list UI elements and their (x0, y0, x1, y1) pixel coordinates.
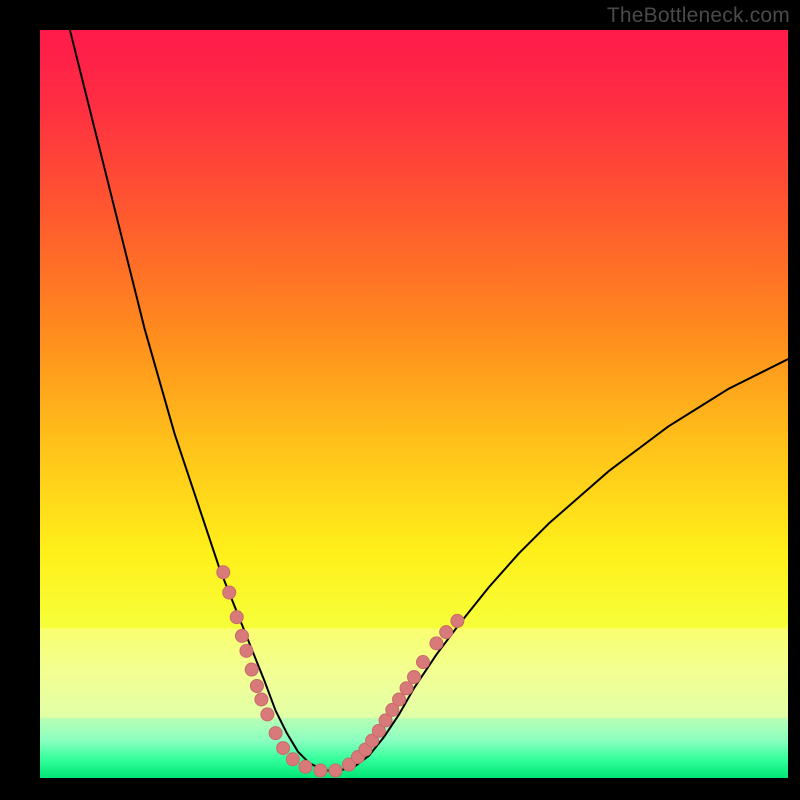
marker-dot (261, 708, 274, 721)
marker-dot (286, 753, 299, 766)
marker-dot (416, 656, 429, 669)
marker-dot (314, 764, 327, 777)
marker-dot (250, 680, 263, 693)
marker-dot (299, 760, 312, 773)
marker-dot (329, 764, 342, 777)
marker-dot (408, 671, 421, 684)
marker-dot (245, 663, 258, 676)
marker-dot (277, 742, 290, 755)
marker-dot (269, 727, 282, 740)
watermark-text: TheBottleneck.com (607, 4, 790, 28)
chart-svg (0, 0, 800, 800)
plot-area (40, 30, 788, 778)
marker-dot (217, 566, 230, 579)
marker-dot (440, 626, 453, 639)
marker-dot (235, 629, 248, 642)
marker-dot (393, 693, 406, 706)
marker-dot (230, 611, 243, 624)
marker-dot (400, 682, 413, 695)
marker-dot (240, 644, 253, 657)
marker-dot (451, 614, 464, 627)
chart-canvas (0, 0, 800, 800)
marker-dot (223, 586, 236, 599)
marker-dot (430, 637, 443, 650)
chart-frame: TheBottleneck.com (0, 0, 800, 800)
marker-dot (255, 693, 268, 706)
